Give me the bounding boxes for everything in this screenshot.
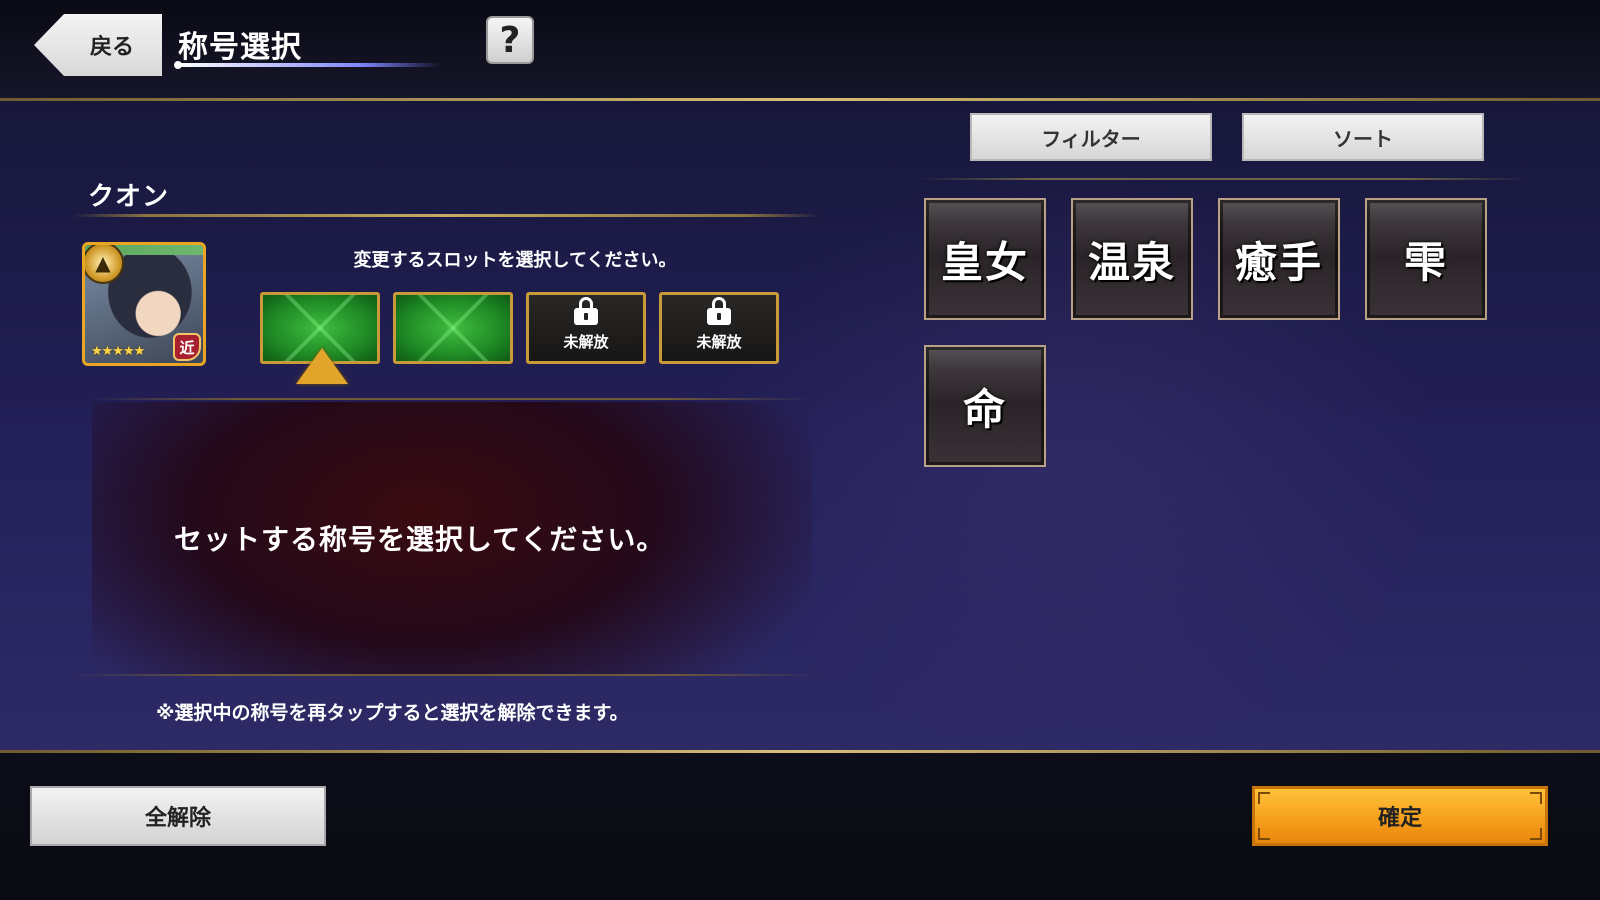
character-name: クオン — [88, 182, 170, 212]
footer-border — [0, 750, 1600, 753]
character-name-divider — [72, 214, 820, 217]
page-title: 称号選択 — [178, 30, 302, 65]
question-icon: ? — [499, 19, 521, 61]
selected-slot-pointer-icon — [296, 348, 348, 384]
help-button[interactable]: ? — [486, 16, 534, 64]
slot-locked-label: 未解放 — [563, 332, 609, 351]
corner-ornament — [1258, 828, 1270, 840]
title-slot-3-locked[interactable]: 未解放 — [526, 292, 646, 364]
title-slot-4-locked[interactable]: 未解放 — [659, 292, 779, 364]
slot-locked-label: 未解放 — [696, 332, 742, 351]
deselect-note: ※選択中の称号を再タップすると選択を解除できます。 — [156, 702, 629, 724]
filter-button[interactable]: フィルター — [970, 113, 1212, 161]
corner-ornament — [1530, 828, 1542, 840]
rank-emblem-icon: ▲ — [85, 245, 124, 284]
title-tile[interactable]: 雫 — [1365, 198, 1487, 320]
title-slot-2[interactable] — [393, 292, 513, 364]
back-button-label: 戻る — [89, 35, 134, 60]
detail-instruction: セットする称号を選択してください。 — [174, 523, 666, 556]
lock-icon — [707, 296, 731, 325]
title-tile[interactable]: 癒手 — [1218, 198, 1340, 320]
sort-button[interactable]: ソート — [1242, 113, 1484, 161]
slot-divider — [92, 398, 812, 400]
clear-all-label: 全解除 — [144, 806, 211, 831]
lock-icon — [574, 296, 598, 325]
clear-all-button[interactable]: 全解除 — [30, 786, 326, 846]
slot-prompt: 変更するスロットを選択してください。 — [353, 250, 677, 271]
toolbar-divider — [918, 178, 1528, 180]
filter-button-label: フィルター — [1041, 126, 1141, 151]
confirm-label: 確定 — [1377, 806, 1422, 831]
character-portrait[interactable]: ▲ ★★★★★ 近 — [82, 242, 206, 366]
corner-ornament — [1258, 792, 1270, 804]
sort-button-label: ソート — [1333, 126, 1393, 151]
header-border — [0, 98, 1600, 101]
title-tile[interactable]: 温泉 — [1071, 198, 1193, 320]
rarity-stars: ★★★★★ — [91, 344, 145, 359]
corner-ornament — [1530, 792, 1542, 804]
detail-divider — [72, 674, 820, 676]
title-underline — [178, 63, 440, 67]
title-tile[interactable]: 命 — [924, 345, 1046, 467]
role-badge: 近 — [173, 333, 201, 361]
confirm-button[interactable]: 確定 — [1252, 786, 1548, 846]
title-tile[interactable]: 皇女 — [924, 198, 1046, 320]
